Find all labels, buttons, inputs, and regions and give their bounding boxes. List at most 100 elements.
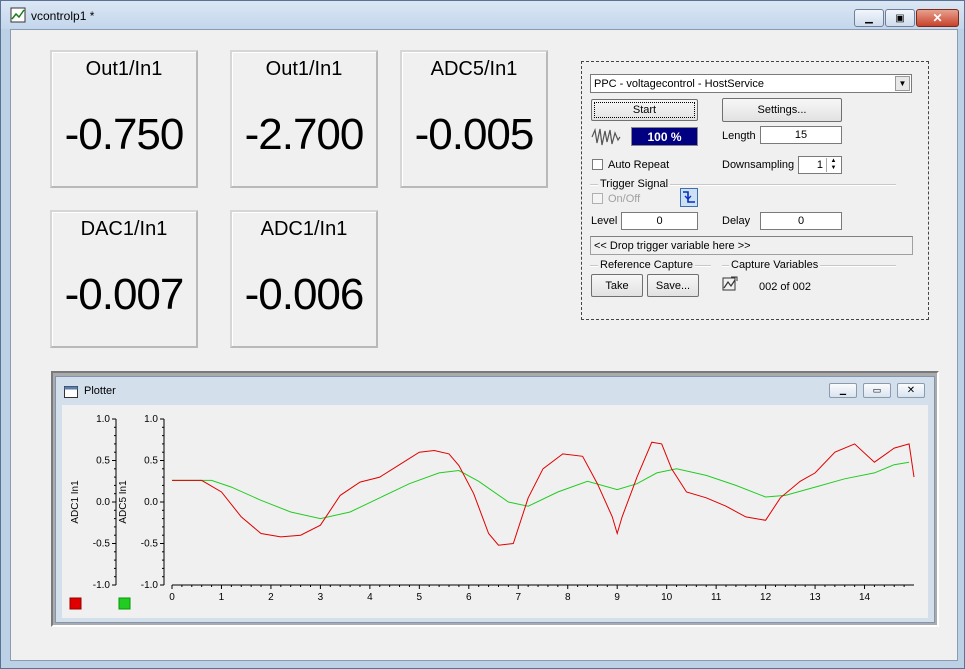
trigger-drop-text: << Drop trigger variable here >> xyxy=(594,240,751,252)
series-line xyxy=(172,441,915,546)
series-line xyxy=(172,461,910,520)
y-tick-label: -0.5 xyxy=(141,539,159,550)
x-tick-label: 4 xyxy=(367,592,373,603)
minimize-button[interactable]: ▁ xyxy=(854,9,884,27)
y-tick-label: -1.0 xyxy=(93,580,111,591)
display-tile[interactable]: Out1/In1 -0.750 xyxy=(50,50,198,188)
length-field[interactable]: 15 xyxy=(760,126,842,144)
x-tick-label: 2 xyxy=(268,592,274,603)
display-tile[interactable]: DAC1/In1 -0.007 xyxy=(50,210,198,348)
x-tick-label: 10 xyxy=(661,592,673,603)
trigger-drop-zone[interactable]: << Drop trigger variable here >> xyxy=(590,236,913,255)
display-tile[interactable]: ADC5/In1 -0.005 xyxy=(400,50,548,188)
minimize-icon: ▁ xyxy=(839,386,847,395)
plotter-window-icon xyxy=(64,386,78,398)
capture-variables-icon[interactable] xyxy=(722,276,738,292)
y-tick-label: 1.0 xyxy=(144,414,158,425)
y-tick-label: -0.5 xyxy=(93,539,111,550)
x-tick-label: 6 xyxy=(466,592,472,603)
window-title: vcontrolp1 * xyxy=(31,9,95,23)
maximize-icon: ▣ xyxy=(895,12,905,24)
plotter-minimize-button[interactable]: ▁ xyxy=(829,383,857,398)
tile-value: -0.750 xyxy=(64,110,185,159)
y-tick-label: 1.0 xyxy=(96,414,110,425)
progress-text: 100 % xyxy=(647,130,682,144)
start-button[interactable]: Start xyxy=(591,99,698,121)
plot-area[interactable]: 1.0 0.5 0.0 -0.5 -1.0 ADC1 In1 1.0 0.5 0.0 -0.5 -1… xyxy=(62,405,928,618)
auto-repeat-label: Auto Repeat xyxy=(608,159,670,171)
x-tick-label: 5 xyxy=(417,592,423,603)
level-field[interactable]: 0 xyxy=(621,212,698,230)
maximize-button[interactable]: ▣ xyxy=(885,9,915,27)
progress-bar: 100 % xyxy=(631,127,698,146)
close-button[interactable]: ✕ xyxy=(916,9,959,27)
tile-label: Out1/In1 xyxy=(85,58,163,80)
x-tick-label: 13 xyxy=(810,592,822,603)
plotter-maximize-button[interactable]: ▭ xyxy=(863,383,891,398)
display-tile[interactable]: Out1/In1 -2.700 xyxy=(230,50,378,188)
close-icon: ✕ xyxy=(906,385,916,396)
display-tile[interactable]: ADC1/In1 -0.006 xyxy=(230,210,378,348)
x-tick-label: 14 xyxy=(859,592,871,603)
tile-label: DAC1/In1 xyxy=(80,218,168,240)
auto-repeat-checkbox[interactable] xyxy=(592,159,603,170)
chevron-down-icon[interactable]: ▼ xyxy=(895,76,910,91)
take-button-label: Take xyxy=(605,279,629,292)
delay-label: Delay xyxy=(722,215,751,227)
length-value: 15 xyxy=(794,129,808,141)
trigger-onoff-label: On/Off xyxy=(608,193,641,205)
tile-label: ADC1/In1 xyxy=(260,218,348,240)
app-chart-icon xyxy=(10,7,26,23)
x-tick-label: 3 xyxy=(318,592,324,603)
legend-swatch-red xyxy=(69,597,82,610)
level-label: Level xyxy=(591,215,618,227)
target-select-value: PPC - voltagecontrol - HostService xyxy=(594,78,764,90)
x-tick-label: 7 xyxy=(515,592,521,603)
plotter-title: Plotter xyxy=(84,385,116,397)
start-button-label: Start xyxy=(632,104,657,116)
delay-field[interactable]: 0 xyxy=(760,212,842,230)
capture-group-label: Capture Variables xyxy=(729,259,821,271)
downsampling-stepper[interactable]: 1 ▲ ▼ xyxy=(798,156,842,174)
plotter-close-button[interactable]: ✕ xyxy=(897,383,925,398)
take-button[interactable]: Take xyxy=(591,274,643,297)
x-tick-label: 1 xyxy=(219,592,225,603)
trigger-edge-button[interactable] xyxy=(680,188,698,207)
spin-arrows-icon[interactable]: ▲ ▼ xyxy=(826,158,840,172)
tile-value: -2.700 xyxy=(244,110,365,159)
reference-group-label: Reference Capture xyxy=(598,259,695,271)
y-tick-label: 0.5 xyxy=(144,456,158,467)
y-tick-label: 0.0 xyxy=(144,497,158,508)
level-value: 0 xyxy=(656,215,663,227)
save-button[interactable]: Save... xyxy=(647,274,699,297)
y-tick-label: 0.5 xyxy=(96,456,110,467)
target-select[interactable]: PPC - voltagecontrol - HostService ▼ xyxy=(590,74,912,93)
x-tick-label: 8 xyxy=(565,592,571,603)
falling-edge-icon xyxy=(683,191,695,203)
close-icon: ✕ xyxy=(932,11,943,25)
tile-value: -0.007 xyxy=(64,270,185,319)
tile-label: Out1/In1 xyxy=(265,58,343,80)
trigger-group-label: Trigger Signal xyxy=(598,178,671,190)
x-tick-label: 11 xyxy=(711,592,722,603)
y-tick-label: -1.0 xyxy=(141,580,159,591)
capture-count: 002 of 002 xyxy=(759,281,811,293)
tile-value: -0.005 xyxy=(414,110,535,159)
plot-chart[interactable]: 1.0 0.5 0.0 -0.5 -1.0 ADC1 In1 1.0 0.5 0.0 -0.5 -1… xyxy=(62,405,928,618)
maximize-icon: ▭ xyxy=(872,385,882,395)
y-axis-label: ADC5 In1 xyxy=(118,480,129,524)
tile-label: ADC5/In1 xyxy=(430,58,518,80)
signal-wave-icon xyxy=(591,127,621,146)
length-label: Length xyxy=(722,130,756,142)
downsampling-label: Downsampling xyxy=(722,159,795,171)
x-tick-label: 12 xyxy=(760,592,772,603)
legend-swatch-green xyxy=(118,597,131,610)
title-bar[interactable]: vcontrolp1 * ▁ ▣ ✕ xyxy=(1,1,964,29)
x-tick-label: 0 xyxy=(169,592,175,603)
tile-value: -0.006 xyxy=(244,270,365,319)
settings-button-label: Settings... xyxy=(757,104,807,116)
trigger-onoff-checkbox[interactable] xyxy=(592,193,603,204)
x-tick-label: 9 xyxy=(614,592,620,603)
save-button-label: Save... xyxy=(655,279,691,292)
settings-button[interactable]: Settings... xyxy=(722,98,842,122)
